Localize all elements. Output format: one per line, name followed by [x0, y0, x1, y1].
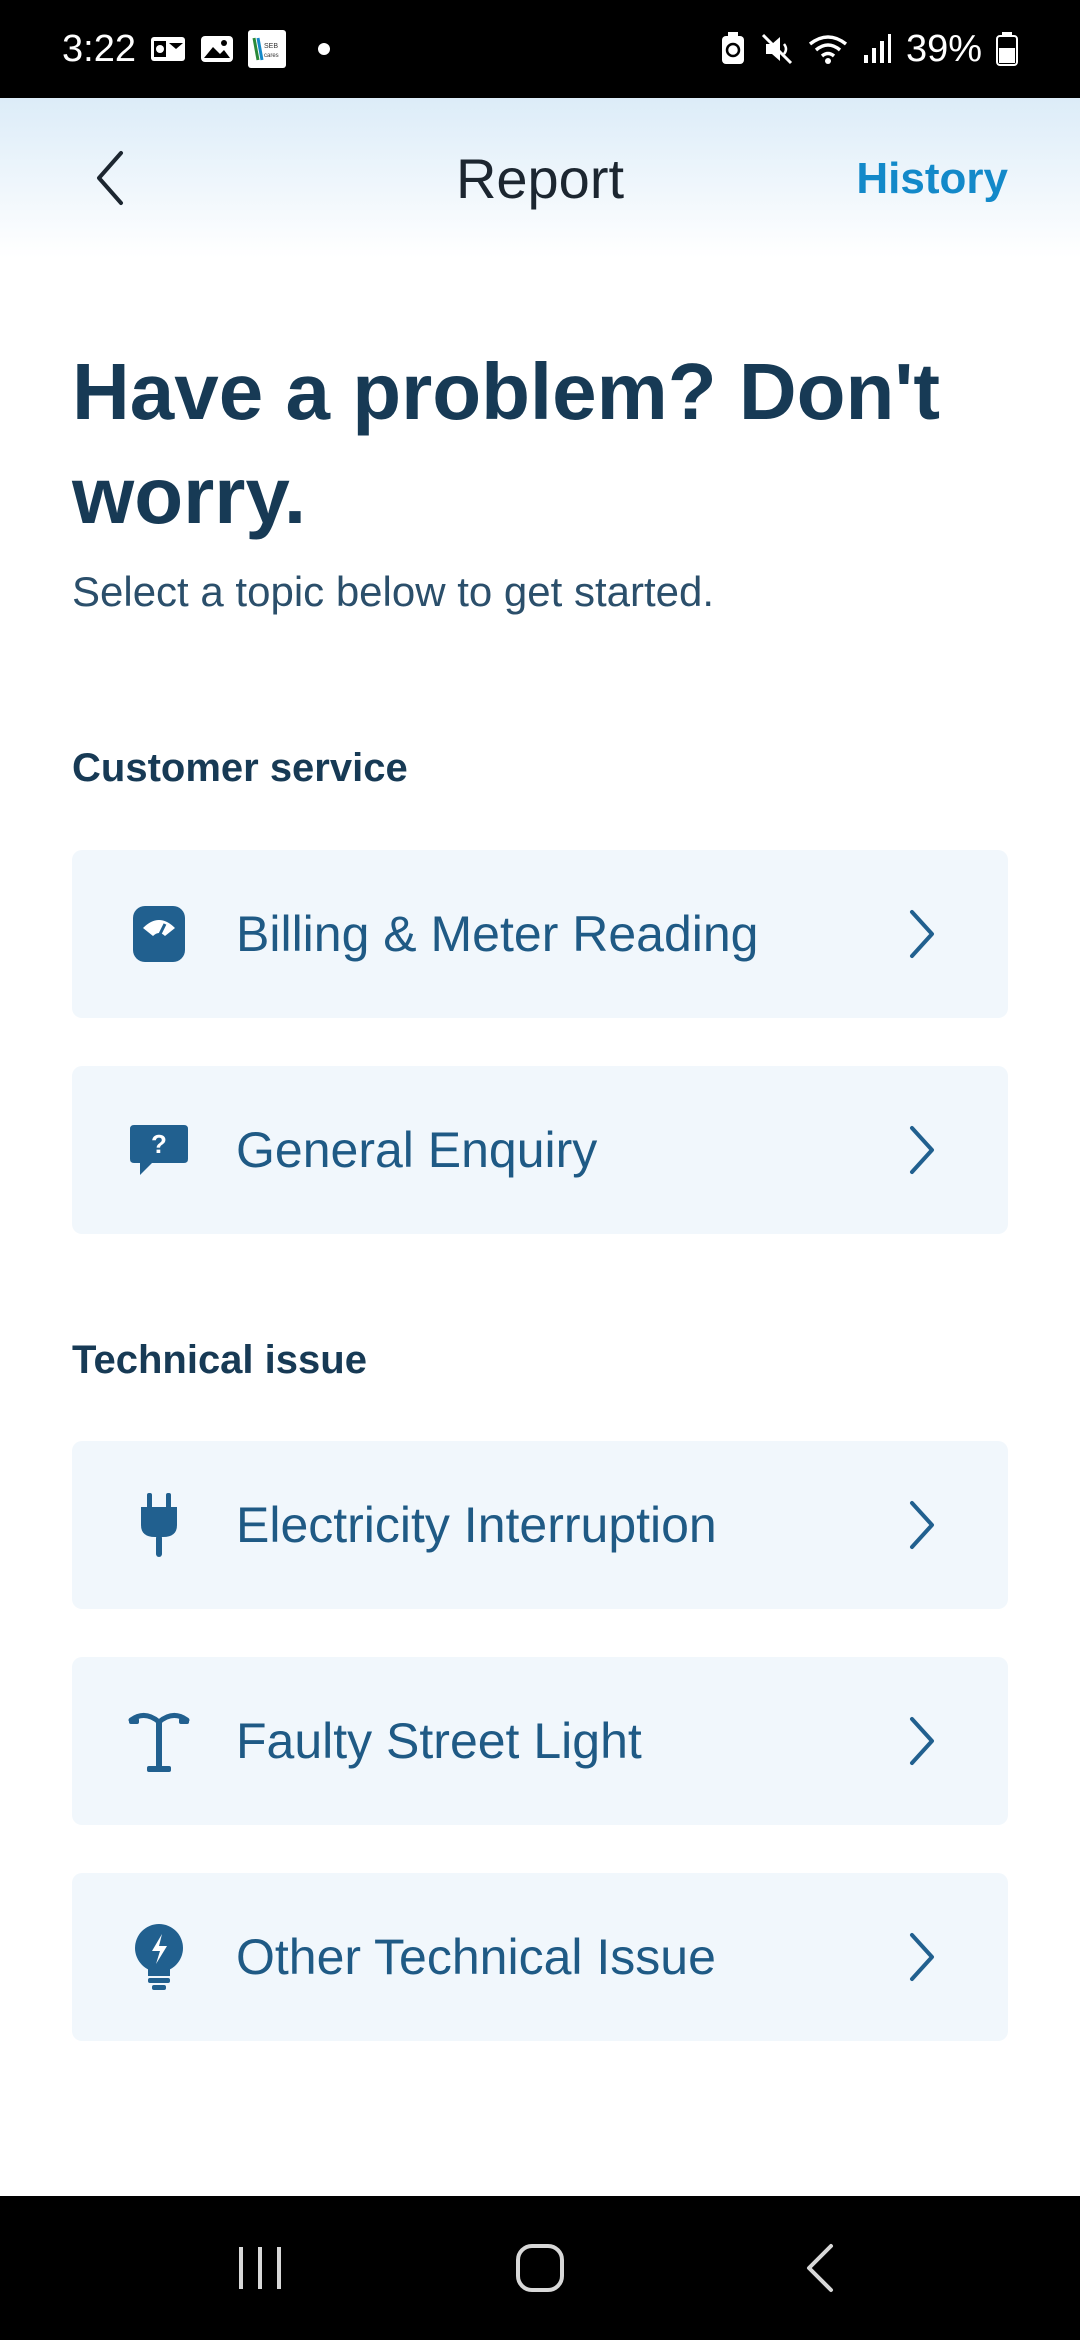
recents-icon	[239, 2247, 281, 2289]
topic-faulty-street-light[interactable]: Faulty Street Light	[72, 1657, 1008, 1825]
svg-text:SEB: SEB	[264, 43, 278, 50]
chevron-right-icon	[902, 1927, 942, 1987]
system-back-button[interactable]	[770, 2218, 870, 2318]
chevron-right-icon	[902, 1711, 942, 1771]
chevron-right-icon	[902, 904, 942, 964]
subtitle: Select a topic below to get started.	[72, 568, 715, 615]
street-light-icon	[124, 1706, 194, 1776]
notification-dot	[317, 43, 330, 55]
chevron-right-icon	[902, 1120, 942, 1180]
topic-label: Other Technical Issue	[236, 1929, 716, 1985]
battery-icon	[996, 32, 1018, 66]
status-right: 39%	[720, 28, 1018, 71]
system-nav-bar	[0, 2196, 1080, 2340]
back-icon	[807, 2244, 833, 2292]
plug-icon	[124, 1490, 194, 1560]
topic-general-enquiry[interactable]: ? General Enquiry	[72, 1066, 1008, 1234]
topic-electricity-interruption[interactable]: Electricity Interruption	[72, 1441, 1008, 1609]
topic-label: Electricity Interruption	[236, 1497, 717, 1553]
topic-label: General Enquiry	[236, 1122, 598, 1178]
recents-button[interactable]	[210, 2218, 310, 2318]
home-button[interactable]	[490, 2218, 590, 2318]
seb-cares-app-icon: SEB cares	[247, 30, 286, 68]
battery-saver-icon	[720, 32, 746, 66]
mute-icon	[760, 32, 794, 66]
topic-billing-meter-reading[interactable]: Billing & Meter Reading	[72, 850, 1008, 1018]
chevron-right-icon	[902, 1495, 942, 1555]
topic-label: Faulty Street Light	[236, 1713, 642, 1769]
signal-icon	[862, 33, 892, 65]
svg-text:cares: cares	[264, 53, 279, 59]
status-time: 3:22	[62, 27, 136, 70]
lightbulb-bolt-icon	[124, 1922, 194, 1992]
outlook-icon	[150, 33, 186, 65]
history-button[interactable]: History	[856, 154, 1008, 204]
section-label-technical-issue: Technical issue	[72, 1338, 367, 1382]
section-label-customer-service: Customer service	[72, 746, 408, 790]
meter-icon	[124, 899, 194, 969]
home-icon	[516, 2244, 564, 2292]
status-bar: 3:22 SEB cares 39%	[0, 0, 1080, 98]
svg-text:?: ?	[151, 1129, 167, 1159]
battery-percent: 39%	[905, 27, 982, 70]
app-header: Report History	[0, 98, 1080, 258]
topic-other-technical-issue[interactable]: Other Technical Issue	[72, 1873, 1008, 2041]
topic-label: Billing & Meter Reading	[236, 906, 759, 962]
gallery-icon	[200, 33, 234, 65]
wifi-icon	[808, 32, 848, 66]
question-bubble-icon: ?	[124, 1115, 194, 1185]
headline: Have a problem? Don't worry.	[72, 347, 941, 540]
status-left: 3:22 SEB cares	[62, 28, 330, 71]
